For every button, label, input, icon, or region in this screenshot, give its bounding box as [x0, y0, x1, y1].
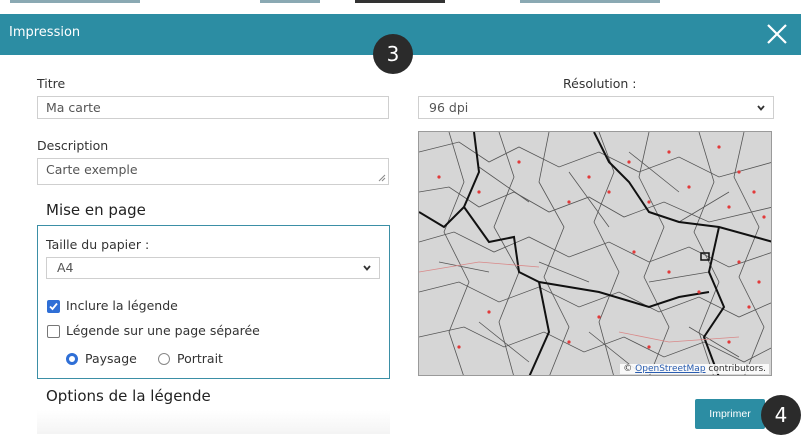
- portrait-radio[interactable]: [158, 353, 170, 365]
- map-attribution: © OpenStreetMap contributors.: [620, 364, 769, 374]
- paper-size-select[interactable]: A4: [46, 257, 380, 279]
- print-button[interactable]: Imprimer: [695, 399, 765, 429]
- step-badge-4: 4: [761, 395, 801, 435]
- include-legend-checkbox[interactable]: [47, 300, 60, 313]
- background-map-fragment: [520, 0, 660, 3]
- description-label: Description: [37, 138, 109, 153]
- step-badge-3: 3: [373, 34, 413, 74]
- map-preview[interactable]: © OpenStreetMap contributors.: [418, 131, 772, 376]
- paper-size-value: A4: [57, 260, 74, 275]
- include-legend-label: Inclure la légende: [66, 298, 178, 313]
- titre-label: Titre: [37, 76, 66, 91]
- openstreetmap-link[interactable]: OpenStreetMap: [635, 364, 705, 374]
- background-map-fragment: [355, 0, 445, 3]
- attribution-suffix: contributors.: [705, 364, 766, 374]
- resolution-value: 96 dpi: [429, 100, 469, 115]
- mise-en-page-title: Mise en page: [46, 201, 146, 219]
- resolution-label: Résolution :: [563, 76, 637, 91]
- landscape-label: Paysage: [85, 351, 137, 366]
- paper-size-label: Taille du papier :: [46, 237, 150, 252]
- background-map-fragment: [260, 0, 320, 3]
- landscape-radio[interactable]: [66, 353, 78, 365]
- resolution-select[interactable]: 96 dpi: [418, 96, 774, 119]
- legend-options-title[interactable]: Options de la légende: [46, 387, 211, 405]
- description-value: Carte exemple: [46, 162, 138, 177]
- close-icon[interactable]: [762, 19, 792, 49]
- chevron-down-icon: [757, 104, 765, 111]
- description-textarea[interactable]: Carte exemple: [37, 158, 389, 185]
- dialog-title: Impression: [9, 25, 81, 40]
- background-strip: [0, 0, 801, 14]
- checkmark-icon: [49, 302, 58, 311]
- chevron-down-icon: [363, 265, 371, 271]
- separate-page-label: Légende sur une page séparée: [66, 323, 260, 338]
- separate-page-checkbox[interactable]: [47, 325, 60, 338]
- resize-handle-icon[interactable]: [378, 174, 386, 182]
- titre-input[interactable]: Ma carte: [37, 96, 389, 119]
- attribution-prefix: ©: [623, 364, 636, 374]
- background-map-fragment: [10, 0, 140, 3]
- map-boundaries: [419, 132, 771, 375]
- portrait-label: Portrait: [177, 351, 223, 366]
- legend-options-header-bg: [37, 410, 390, 434]
